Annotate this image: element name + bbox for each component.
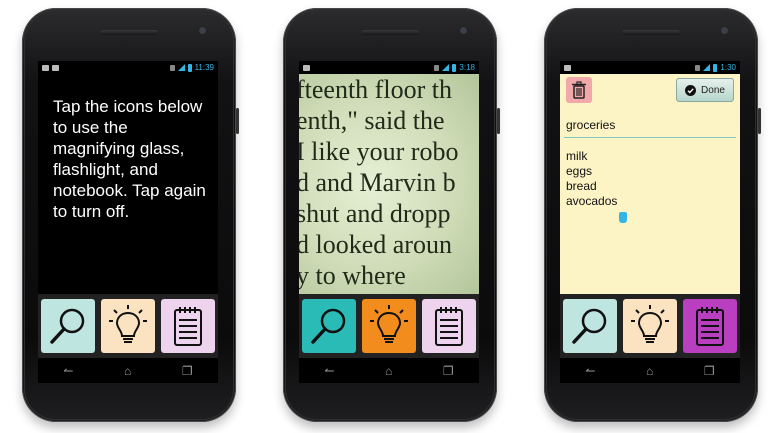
earpiece-speaker	[100, 30, 158, 35]
tool-bar	[299, 294, 479, 358]
status-time: 11:39	[194, 63, 214, 72]
notification-icon	[303, 64, 310, 71]
book-line: y to where	[299, 261, 406, 290]
notebook-button[interactable]	[161, 299, 215, 353]
magnified-book-page: fteenth floor th enth," said the I like …	[299, 74, 479, 294]
recent-apps-icon[interactable]: ❐	[704, 365, 715, 377]
home-icon[interactable]: ⌂	[124, 365, 131, 377]
status-bar: 3:18	[299, 61, 479, 74]
navigation-bar: ↼ ⌂ ❐	[38, 358, 218, 383]
battery-icon	[452, 63, 457, 72]
note-line: bread	[566, 179, 597, 193]
magnifier-view: fteenth floor th enth," said the I like …	[299, 74, 479, 294]
notepad-icon	[696, 307, 724, 346]
phone-2: 3:18 fteenth floor th enth," said the I …	[283, 8, 500, 422]
tool-bar	[560, 294, 740, 358]
light-bulb-icon	[370, 305, 408, 343]
front-camera	[460, 27, 467, 34]
book-line: enth," said the	[299, 106, 445, 135]
done-label: Done	[701, 84, 725, 96]
magnifying-glass-icon	[572, 308, 607, 344]
done-button[interactable]: Done	[676, 78, 734, 102]
battery-icon	[713, 63, 718, 72]
magnifying-glass-icon	[50, 308, 85, 344]
earpiece-speaker	[361, 30, 419, 35]
status-time: 3:18	[459, 63, 475, 72]
magnifier-button[interactable]	[563, 299, 617, 353]
sync-icon	[695, 64, 701, 71]
navigation-bar: ↼ ⌂ ❐	[299, 358, 479, 383]
text-cursor-handle[interactable]	[619, 212, 627, 223]
status-bar: 1:30	[560, 61, 740, 74]
front-camera	[721, 27, 728, 34]
screen-3: 1:30 Done groceries milk eggs bread avoc…	[560, 61, 740, 383]
flashlight-button[interactable]	[101, 299, 155, 353]
instructions-view: Tap the icons below to use the magnifyin…	[38, 74, 218, 294]
notepad-icon	[174, 307, 202, 346]
back-icon[interactable]: ↼	[63, 365, 73, 377]
tool-bar	[38, 294, 218, 358]
navigation-bar: ↼ ⌂ ❐	[560, 358, 740, 383]
book-line: shut and dropp	[299, 199, 451, 228]
book-line: I like your robo	[299, 137, 459, 166]
magnifying-glass-icon	[311, 308, 346, 344]
note-body-field[interactable]: milk eggs bread avocados	[566, 149, 617, 209]
signal-icon	[177, 64, 185, 71]
book-line: fteenth floor th	[299, 75, 452, 104]
side-button	[758, 108, 761, 134]
notebook-button[interactable]	[683, 299, 737, 353]
status-time: 1:30	[720, 63, 736, 72]
notebook-button[interactable]	[422, 299, 476, 353]
back-icon[interactable]: ↼	[324, 365, 334, 377]
recent-apps-icon[interactable]: ❐	[443, 365, 454, 377]
notification-icon	[42, 64, 49, 71]
trash-icon	[572, 81, 586, 99]
front-camera	[199, 27, 206, 34]
recent-apps-icon[interactable]: ❐	[182, 365, 193, 377]
signal-icon	[703, 64, 711, 71]
delete-button[interactable]	[566, 77, 592, 103]
flashlight-button[interactable]	[623, 299, 677, 353]
magnifier-button[interactable]	[302, 299, 356, 353]
light-bulb-icon	[109, 305, 147, 343]
screen-1: 11:39 Tap the icons below to use the mag…	[38, 61, 218, 383]
screen-2: 3:18 fteenth floor th enth," said the I …	[299, 61, 479, 383]
note-line: eggs	[566, 164, 593, 178]
note-editor[interactable]: Done groceries milk eggs bread avocados	[560, 74, 740, 294]
check-circle-icon	[685, 84, 697, 96]
status-bar: 11:39	[38, 61, 218, 74]
note-title-field[interactable]: groceries	[566, 118, 615, 132]
book-line: d looked aroun	[299, 230, 452, 259]
phone-3: 1:30 Done groceries milk eggs bread avoc…	[544, 8, 761, 422]
battery-icon	[187, 63, 192, 72]
notepad-icon	[435, 307, 463, 346]
note-line: avocados	[566, 194, 618, 208]
sync-icon	[434, 64, 440, 71]
home-icon[interactable]: ⌂	[385, 365, 392, 377]
instructions-text: Tap the icons below to use the magnifyin…	[53, 97, 206, 221]
note-line: milk	[566, 149, 588, 163]
light-bulb-icon	[631, 305, 669, 343]
notebook-view: Done groceries milk eggs bread avocados	[560, 74, 740, 294]
notification-icon	[564, 64, 571, 71]
home-icon[interactable]: ⌂	[646, 365, 653, 377]
sync-icon	[169, 64, 175, 71]
earpiece-speaker	[622, 30, 680, 35]
phone-1: 11:39 Tap the icons below to use the mag…	[22, 8, 239, 422]
signal-icon	[442, 64, 450, 71]
title-divider	[564, 137, 736, 138]
flashlight-button[interactable]	[362, 299, 416, 353]
side-button	[236, 108, 239, 134]
back-icon[interactable]: ↼	[585, 365, 595, 377]
side-button	[497, 108, 500, 134]
notification-icon	[52, 64, 59, 71]
book-line: d and Marvin b	[299, 168, 456, 197]
magnifier-button[interactable]	[41, 299, 95, 353]
